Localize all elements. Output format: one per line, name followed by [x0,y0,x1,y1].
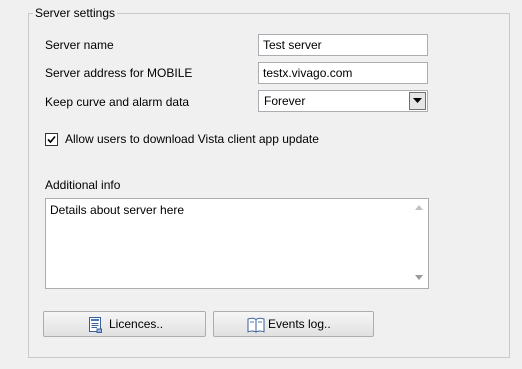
server-name-input[interactable]: Test server [258,34,428,56]
licences-button[interactable]: Licences.. [43,311,206,337]
additional-info-textarea[interactable]: Details about server here [45,198,429,289]
document-icon [89,317,102,333]
server-address-label: Server address for MOBILE [45,66,193,80]
events-log-button[interactable]: Events log.. [213,311,374,337]
vertical-scrollbar[interactable] [411,199,428,288]
chevron-down-icon [413,98,422,103]
book-icon [247,317,265,333]
additional-info-label: Additional info [45,178,121,192]
server-address-input[interactable]: testx.vivago.com [258,62,428,84]
additional-info-text: Details about server here [50,203,185,217]
licences-button-label: Licences.. [109,317,164,331]
dropdown-button[interactable] [409,92,426,110]
scroll-up-icon[interactable] [415,205,423,210]
checkmark-icon [47,135,56,144]
keep-data-label: Keep curve and alarm data [45,95,190,109]
server-name-label: Server name [45,38,114,52]
events-log-button-label: Events log.. [268,317,331,331]
scroll-down-icon[interactable] [415,275,423,280]
keep-data-select[interactable]: Forever [258,90,428,112]
allow-update-checkbox[interactable] [45,133,58,146]
server-settings-panel: Server settings Server name Test server … [0,0,522,369]
groupbox-title: Server settings [33,5,118,21]
keep-data-selected-value: Forever [264,94,306,108]
allow-update-label: Allow users to download Vista client app… [65,132,319,146]
